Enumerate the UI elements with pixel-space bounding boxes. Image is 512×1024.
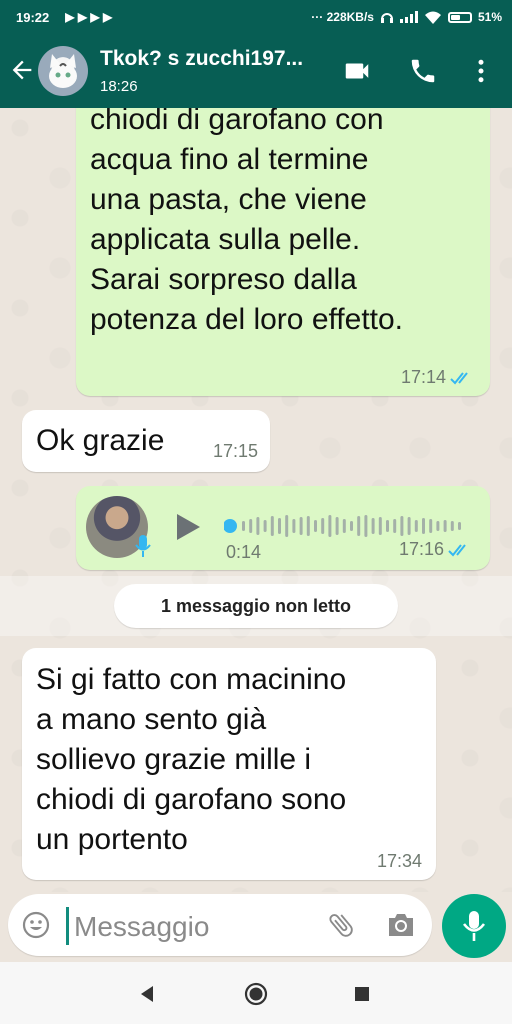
chat-area[interactable]: chiodi di garofano con acqua fino al ter… bbox=[0, 108, 512, 892]
waveform-bar bbox=[458, 522, 461, 530]
avatar[interactable] bbox=[38, 46, 88, 96]
message-bubble-incoming[interactable]: Si gi fatto con macinino a mano sento gi… bbox=[22, 648, 436, 880]
waveform-bar bbox=[429, 519, 433, 533]
waveform-bar bbox=[378, 517, 382, 535]
waveform-bar bbox=[342, 519, 346, 533]
waveform-bar bbox=[270, 516, 274, 536]
message-time: 17:16 bbox=[398, 539, 444, 559]
notification-icons: ▶ ▶ ▶ ▶ bbox=[65, 10, 113, 24]
waveform-bar bbox=[263, 520, 267, 532]
cat-avatar-icon bbox=[49, 54, 77, 88]
emoji-icon[interactable] bbox=[22, 911, 50, 939]
message-meta: 17:14 bbox=[401, 367, 476, 388]
message-meta: 17:16 bbox=[399, 539, 474, 560]
waveform-bar bbox=[292, 519, 296, 533]
phone-icon[interactable] bbox=[408, 56, 438, 86]
status-time: 19:22 bbox=[16, 9, 50, 25]
mic-icon bbox=[135, 535, 151, 557]
waveform-bar bbox=[314, 520, 317, 532]
composer-bar bbox=[0, 892, 512, 962]
waveform-bar bbox=[306, 516, 310, 536]
waveform[interactable] bbox=[224, 512, 474, 540]
waveform-bar bbox=[386, 520, 389, 532]
read-ticks-icon bbox=[450, 371, 468, 384]
waveform-bar bbox=[371, 518, 375, 534]
waveform-bar bbox=[364, 515, 368, 537]
network-speed: ··· 228KB/s bbox=[311, 10, 374, 24]
message-meta: 17:15 bbox=[213, 441, 258, 462]
waveform-bar bbox=[249, 519, 253, 533]
voice-duration: 0:14 bbox=[226, 542, 262, 562]
waveform-bar bbox=[299, 517, 303, 535]
contact-name[interactable]: Tkok? s zucchi197... bbox=[100, 47, 303, 71]
read-ticks-icon bbox=[448, 543, 466, 556]
message-time: 17:14 bbox=[400, 367, 446, 387]
waveform-bar bbox=[328, 515, 332, 537]
waveform-bar bbox=[422, 518, 425, 534]
waveform-bar bbox=[436, 521, 440, 531]
message-bubble-incoming[interactable]: Ok grazie 17:15 bbox=[22, 410, 270, 472]
message-time: 17:34 bbox=[376, 851, 422, 871]
message-meta: 17:34 bbox=[377, 851, 422, 872]
message-bubble-outgoing[interactable]: chiodi di garofano con acqua fino al ter… bbox=[76, 108, 490, 396]
waveform-bar bbox=[350, 521, 353, 531]
voice-record-button[interactable] bbox=[442, 894, 506, 958]
headphones-icon bbox=[380, 13, 393, 23]
text-cursor bbox=[66, 907, 69, 945]
waveform-bar bbox=[414, 520, 418, 532]
message-text: chiodi di garofano con acqua fino al ter… bbox=[90, 108, 404, 336]
nav-home-icon[interactable] bbox=[244, 982, 268, 1006]
attach-icon[interactable] bbox=[326, 910, 356, 940]
more-vert-icon[interactable] bbox=[466, 56, 496, 86]
message-input[interactable] bbox=[72, 906, 316, 948]
mic-icon bbox=[462, 911, 486, 941]
message-text: Ok grazie bbox=[36, 424, 165, 457]
waveform-bar bbox=[285, 515, 289, 537]
waveform-bar bbox=[335, 517, 339, 535]
voice-message-bubble[interactable]: 0:14 17:16 bbox=[76, 486, 490, 570]
chat-header: Tkok? s zucchi197... 18:26 bbox=[0, 34, 512, 108]
waveform-bar bbox=[400, 516, 404, 536]
waveform-bar bbox=[321, 518, 325, 534]
wifi-icon bbox=[424, 11, 441, 24]
unread-banner: 1 messaggio non letto bbox=[114, 584, 398, 628]
status-bar: 19:22 ▶ ▶ ▶ ▶ ··· 228KB/s 51% bbox=[0, 0, 512, 34]
waveform-bar bbox=[443, 520, 447, 532]
waveform-bar bbox=[407, 517, 411, 535]
back-arrow-icon[interactable] bbox=[8, 56, 36, 84]
waveform-bar bbox=[393, 519, 397, 533]
camera-icon[interactable] bbox=[386, 911, 416, 939]
message-time: 17:15 bbox=[212, 441, 258, 461]
signal-icon bbox=[399, 11, 418, 23]
waveform-bar bbox=[450, 521, 454, 531]
waveform-bar bbox=[357, 516, 361, 536]
nav-back-icon[interactable] bbox=[136, 982, 160, 1006]
play-icon[interactable] bbox=[172, 512, 202, 542]
waveform-bar bbox=[242, 521, 245, 531]
composer-box[interactable] bbox=[8, 894, 432, 956]
video-call-icon[interactable] bbox=[342, 56, 372, 86]
message-text: Si gi fatto con macinino a mano sento gi… bbox=[36, 663, 347, 856]
system-nav-bar bbox=[0, 962, 512, 1024]
waveform-bar bbox=[256, 517, 260, 535]
battery-level bbox=[450, 14, 460, 20]
battery-icon bbox=[447, 11, 472, 23]
battery-percent: 51% bbox=[477, 10, 502, 24]
last-seen: 18:26 bbox=[100, 78, 138, 95]
nav-recents-icon[interactable] bbox=[350, 982, 374, 1006]
waveform-bar bbox=[278, 518, 281, 534]
